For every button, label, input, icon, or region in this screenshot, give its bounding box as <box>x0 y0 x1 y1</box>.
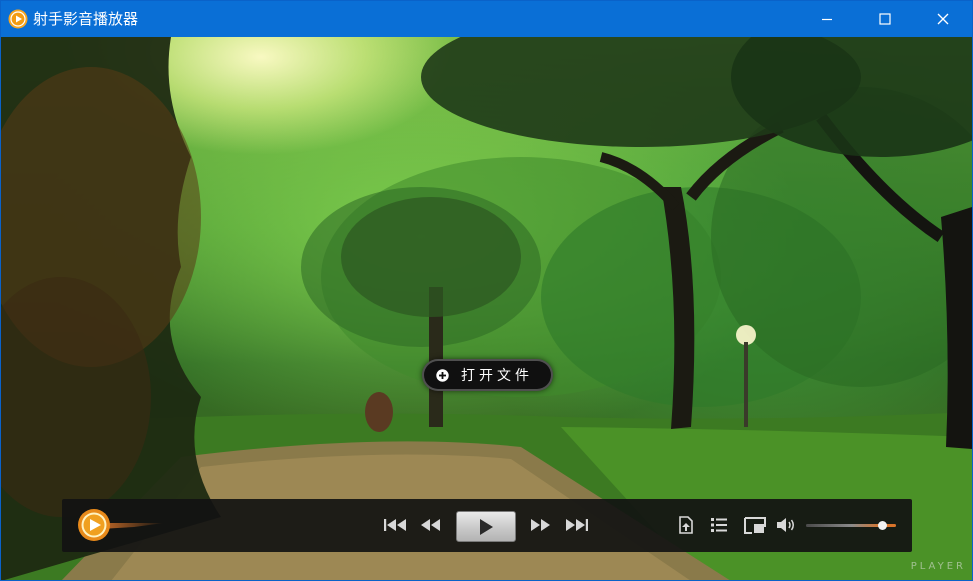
playlist-button[interactable] <box>708 514 730 536</box>
fullscreen-button[interactable] <box>742 514 768 536</box>
minimize-button[interactable] <box>798 1 856 37</box>
play-icon <box>480 518 493 535</box>
open-file-label: 打开文件 <box>461 368 533 384</box>
splayer-logo-icon <box>78 509 164 541</box>
open-file-icon <box>679 516 693 534</box>
open-button[interactable] <box>674 514 696 536</box>
playlist-icon <box>711 518 727 532</box>
volume-fill <box>806 524 882 527</box>
plus-circle-icon <box>436 369 449 382</box>
close-button[interactable] <box>914 1 972 37</box>
fullscreen-icon <box>744 517 766 534</box>
maximize-icon <box>879 13 891 25</box>
rewind-button[interactable] <box>417 515 445 535</box>
player-watermark: PLAYER <box>910 561 966 572</box>
close-icon <box>937 13 949 25</box>
previous-button[interactable] <box>382 515 410 535</box>
forward-button[interactable] <box>526 515 554 535</box>
skip-forward-icon <box>566 519 588 531</box>
open-file-button[interactable]: 打开文件 <box>422 359 553 391</box>
volume-knob[interactable] <box>877 521 887 530</box>
minimize-icon <box>822 18 832 21</box>
volume-button[interactable] <box>775 514 797 536</box>
splayer-app-icon <box>8 9 28 29</box>
skip-back-icon <box>384 519 406 531</box>
video-area[interactable]: 打开文件 PLAYER <box>1 37 972 580</box>
next-button[interactable] <box>562 515 590 535</box>
title-bar: 射手影音播放器 <box>1 1 972 37</box>
fast-forward-icon <box>531 519 550 531</box>
volume-slider[interactable] <box>806 521 896 530</box>
volume-icon <box>777 518 794 532</box>
play-button[interactable] <box>456 511 516 542</box>
player-window: 射手影音播放器 打开文件 PLAYER <box>0 0 973 581</box>
maximize-button[interactable] <box>856 1 914 37</box>
rewind-icon <box>421 519 440 531</box>
control-bar <box>62 499 912 552</box>
window-title: 射手影音播放器 <box>33 10 139 28</box>
